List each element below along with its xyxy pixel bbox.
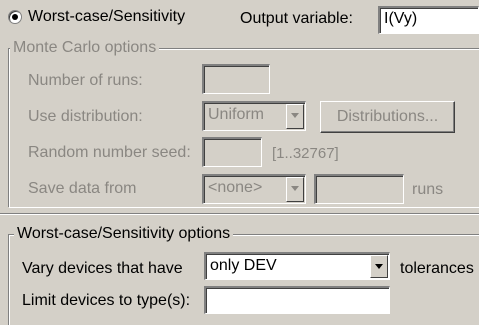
output-variable-value: I(Vy) — [384, 10, 418, 27]
analysis-type-strip: Worst-case/Sensitivity Output variable: … — [0, 0, 479, 38]
distribution-select[interactable]: Uniform — [202, 101, 306, 131]
vary-devices-label: Vary devices that have — [22, 260, 183, 277]
vary-devices-dropdown-button[interactable] — [370, 255, 388, 278]
distribution-value: Uniform — [208, 106, 265, 123]
worst-case-group-title: Worst-case/Sensitivity options — [14, 225, 234, 243]
distribution-dropdown-button[interactable] — [286, 104, 304, 129]
random-seed-range: [1..32767] — [272, 145, 339, 162]
worst-case-radio[interactable] — [8, 10, 22, 24]
limit-devices-label: Limit devices to type(s): — [22, 292, 191, 309]
save-data-value: <none> — [208, 179, 263, 196]
random-seed-label: Random number seed: — [28, 144, 191, 161]
distributions-button[interactable]: Distributions... — [320, 101, 455, 133]
use-distribution-label: Use distribution: — [28, 108, 143, 125]
tolerances-label: tolerances — [400, 260, 474, 277]
chevron-down-icon — [291, 186, 299, 191]
save-data-dropdown-button[interactable] — [286, 177, 304, 202]
save-data-count-input[interactable] — [314, 174, 404, 204]
save-data-label: Save data from — [28, 180, 137, 197]
chevron-down-icon — [375, 264, 383, 269]
chevron-down-icon — [291, 113, 299, 118]
section-divider — [0, 213, 479, 215]
random-seed-input[interactable] — [202, 137, 262, 167]
output-variable-label: Output variable: — [240, 10, 353, 27]
radio-selected-dot — [12, 14, 18, 20]
vary-devices-select[interactable]: only DEV — [204, 252, 390, 280]
worst-case-radio-label[interactable]: Worst-case/Sensitivity — [28, 8, 185, 26]
limit-devices-input[interactable] — [204, 286, 390, 314]
runs-suffix-label: runs — [412, 181, 444, 198]
number-of-runs-label: Number of runs: — [28, 72, 143, 89]
number-of-runs-input[interactable] — [202, 64, 270, 94]
output-variable-input[interactable]: I(Vy) — [378, 6, 479, 34]
monte-carlo-group-title: Monte Carlo options — [10, 39, 160, 57]
vary-devices-value: only DEV — [210, 257, 277, 274]
save-data-select[interactable]: <none> — [202, 174, 306, 204]
